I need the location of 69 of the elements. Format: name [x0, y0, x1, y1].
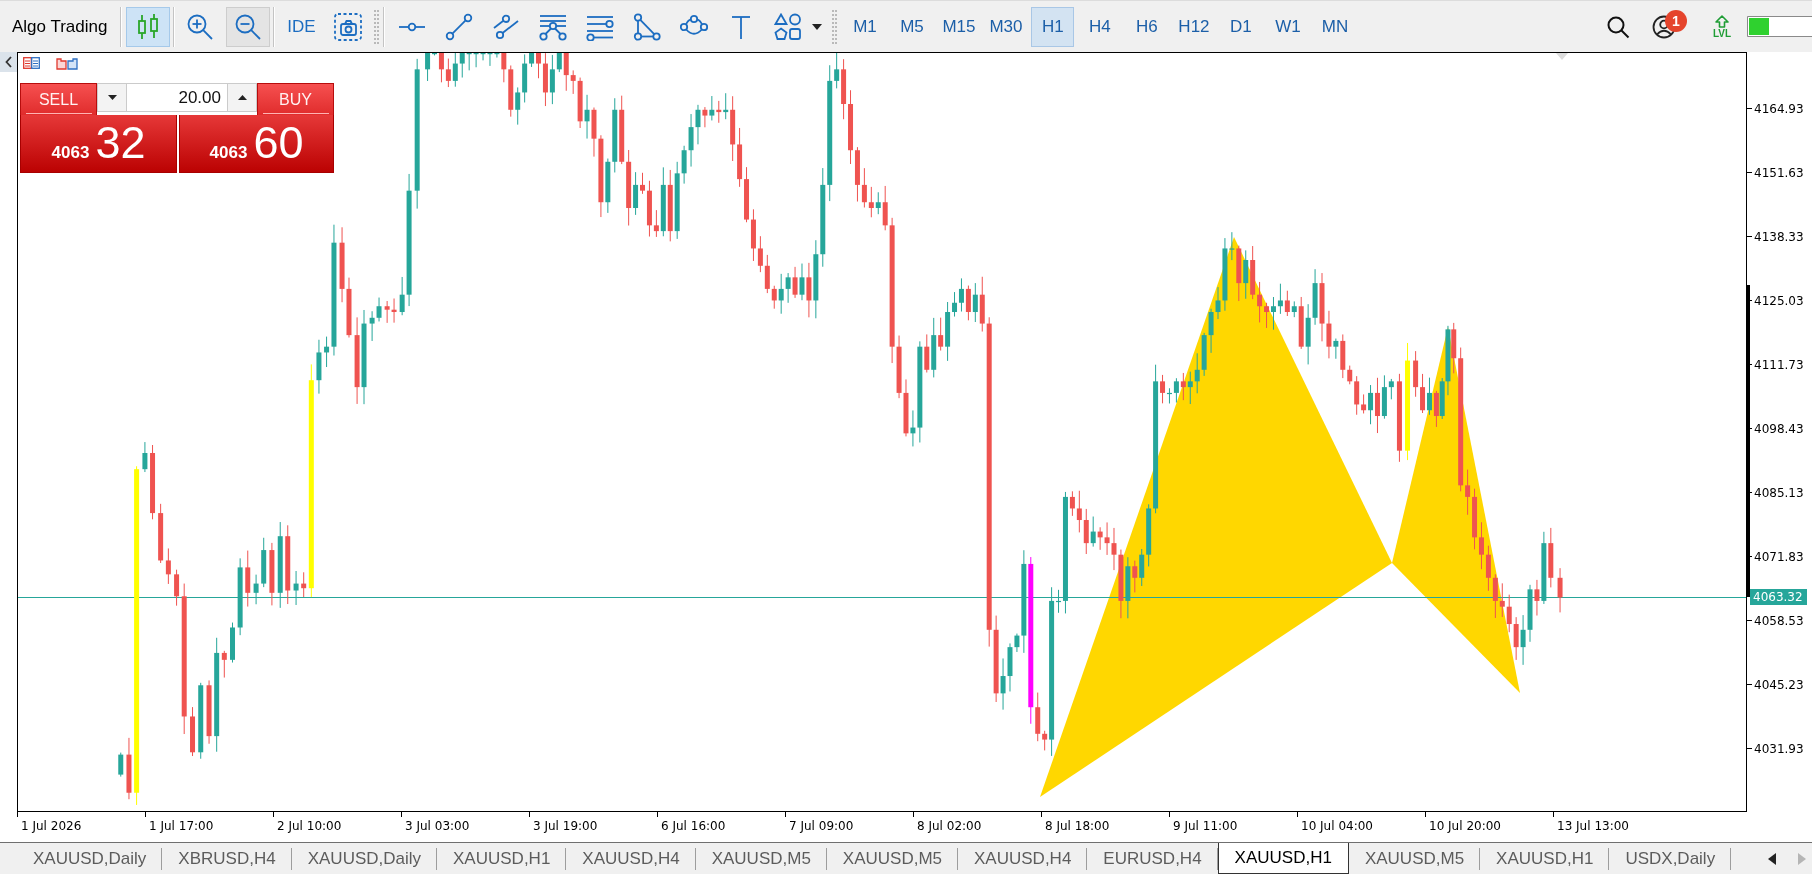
collapse-button[interactable]	[0, 52, 17, 72]
ide-button[interactable]: IDE	[278, 6, 325, 47]
price-axis-label: 4111.73	[1747, 357, 1804, 372]
time-axis-label: 3 Jul 19:00	[529, 812, 598, 833]
trend-line-icon[interactable]	[445, 12, 474, 41]
price-axis-label: 4071.83	[1747, 549, 1804, 564]
price-axis-label: 4098.43	[1747, 421, 1804, 436]
time-axis-label: 8 Jul 02:00	[913, 812, 982, 833]
dropdown-caret-icon[interactable]	[812, 23, 823, 30]
lvl-button[interactable]: LVL	[1709, 14, 1735, 39]
time-axis-label: 2 Jul 10:00	[273, 812, 342, 833]
notification-badge: 1	[1665, 9, 1687, 32]
caret-down-icon	[107, 95, 117, 100]
timeframe-tab[interactable]: H6	[1125, 6, 1169, 47]
timeframe-tab[interactable]: H12	[1172, 6, 1216, 47]
scroll-left-icon[interactable]	[1768, 852, 1776, 865]
buy-button[interactable]: BUY	[257, 83, 334, 115]
chevron-left-icon	[5, 56, 12, 68]
price-axis-label: 4151.63	[1747, 165, 1804, 180]
price-axis-label: 4085.13	[1747, 485, 1804, 500]
sell-price-button[interactable]: 4063 32	[20, 115, 177, 173]
price-axis-label: 4125.03	[1747, 293, 1804, 308]
chart-tab[interactable]: XAUUSD,H1	[1217, 843, 1349, 874]
time-axis-label: 10 Jul 20:00	[1425, 812, 1501, 833]
toolbar-title: Algo Trading	[12, 16, 108, 37]
time-axis-label: 7 Jul 09:00	[785, 812, 854, 833]
search-icon[interactable]	[1606, 14, 1630, 39]
timeframe-tab[interactable]: MN	[1313, 6, 1357, 47]
camera-icon[interactable]	[334, 12, 363, 41]
time-axis-label: 6 Jul 16:00	[657, 812, 726, 833]
current-price-tag: 4063.32	[1750, 589, 1807, 605]
chart-type-button[interactable]	[126, 6, 171, 47]
time-axis-label: 9 Jul 11:00	[1169, 812, 1238, 833]
time-axis-label: 3 Jul 03:00	[401, 812, 470, 833]
price-axis-label: 4058.53	[1747, 613, 1804, 628]
channel-icon[interactable]	[492, 12, 521, 41]
volume-field[interactable]: 20.00	[127, 83, 227, 112]
price-axis-label: 4031.93	[1747, 741, 1804, 756]
buy-price-button[interactable]: 4063 60	[179, 115, 334, 173]
zoom-in-icon[interactable]	[186, 12, 215, 41]
timeframe-tab[interactable]: H1	[1031, 6, 1075, 47]
time-axis-label: 1 Jul 17:00	[145, 812, 214, 833]
status-meter-icon	[1747, 16, 1812, 37]
price-axis-label: 4045.23	[1747, 677, 1804, 692]
increase-button[interactable]	[227, 83, 257, 112]
timeframe-tab[interactable]: M15	[937, 6, 981, 47]
timeframe-tab[interactable]: W1	[1266, 6, 1310, 47]
zoom-out-icon	[234, 12, 263, 41]
timeframe-tab[interactable]: M30	[984, 6, 1028, 47]
decrease-button[interactable]	[97, 83, 127, 112]
arrow-up-icon	[1715, 14, 1729, 28]
price-axis-label: 4164.93	[1747, 101, 1804, 116]
triangle-tool-icon[interactable]	[633, 12, 662, 41]
split-panel-icon[interactable]	[56, 56, 78, 70]
price-axis-label: 4138.33	[1747, 229, 1804, 244]
timeframe-tab[interactable]: D1	[1219, 6, 1263, 47]
zoom-out-button[interactable]	[226, 6, 271, 47]
time-axis-label: 13 Jul 13:00	[1553, 812, 1629, 833]
timeframe-tab[interactable]: M5	[890, 6, 934, 47]
sell-button[interactable]: SELL	[20, 83, 97, 115]
time-axis-label: 1 Jul 2026	[17, 812, 82, 833]
caret-up-icon	[237, 95, 247, 100]
fibonacci-fan-icon[interactable]	[539, 12, 568, 41]
time-axis-label: 10 Jul 04:00	[1297, 812, 1373, 833]
list-columns-icon[interactable]	[23, 57, 40, 69]
timeframe-tab[interactable]: M1	[843, 6, 887, 47]
timeframe-tab[interactable]: H4	[1078, 6, 1122, 47]
time-axis-label: 8 Jul 18:00	[1041, 812, 1110, 833]
shapes-icon[interactable]	[774, 12, 803, 41]
